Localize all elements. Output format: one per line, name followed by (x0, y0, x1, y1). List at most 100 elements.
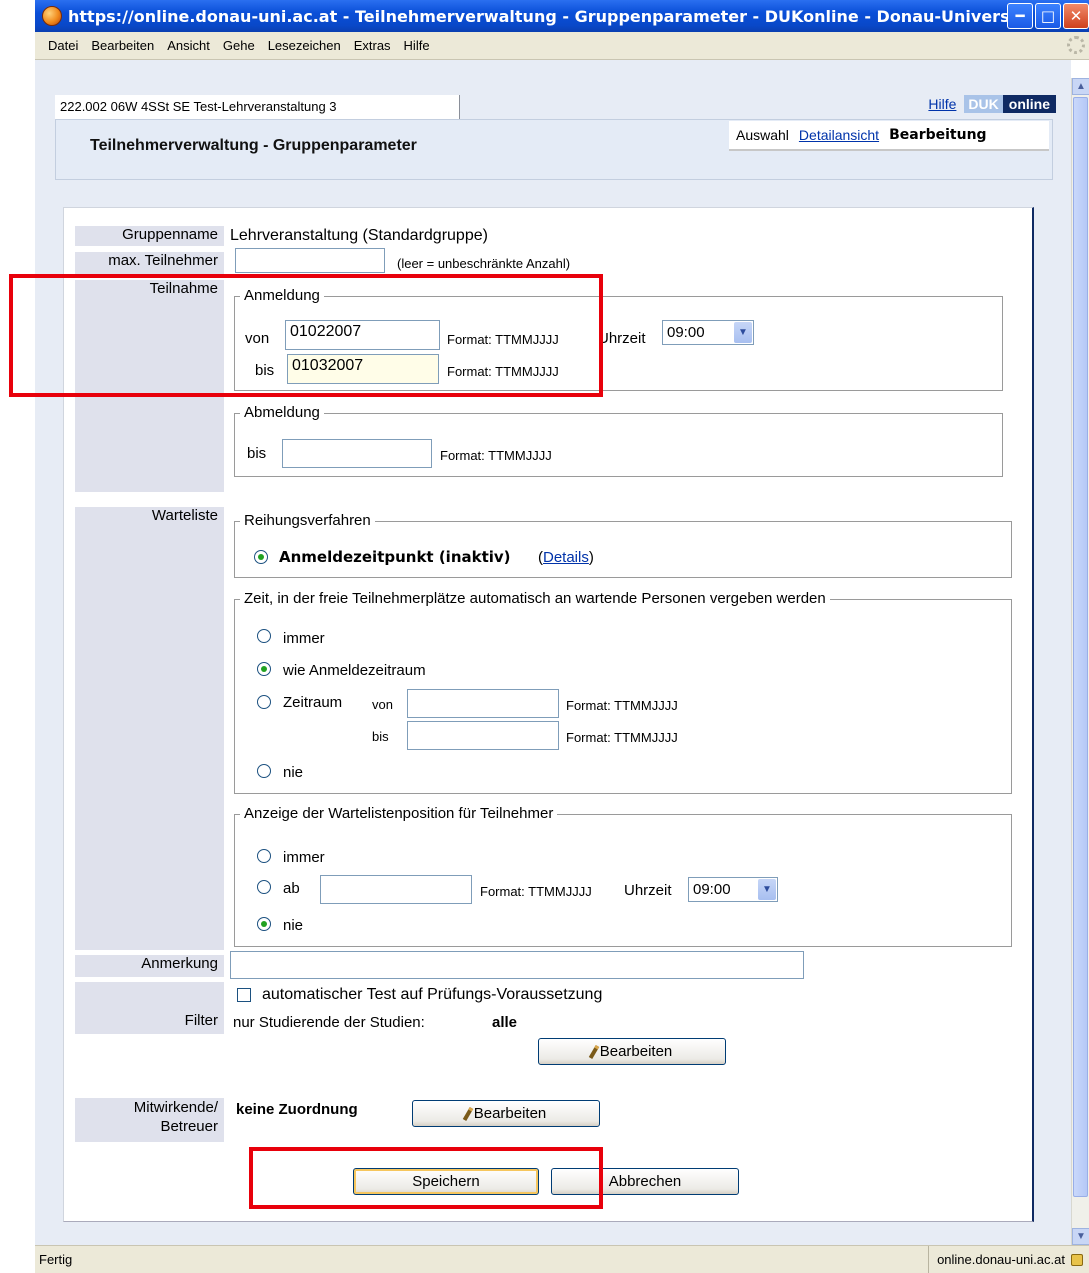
label-mitwirkende-2: Betreuer (160, 1118, 218, 1135)
label-anmerkung: Anmerkung (75, 955, 224, 977)
scroll-thumb[interactable] (1073, 97, 1088, 1197)
mitwirkende-value: keine Zuordnung (236, 1101, 358, 1118)
label-mitwirkende-1: Mitwirkende/ (133, 1099, 218, 1116)
reihung-details-link[interactable]: Details (543, 549, 589, 566)
abmeldung-format: Format: TTMMJJJJ (440, 448, 552, 463)
menu-bar: Datei Bearbeiten Ansicht Gehe Lesezeiche… (35, 32, 1089, 60)
nav-auswahl[interactable]: Auswahl (736, 127, 789, 143)
anzeige-nie-label: nie (283, 917, 304, 934)
page-title: Teilnehmerverwaltung - Gruppenparameter (90, 137, 417, 154)
zeit-bis-format: Format: TTMMJJJJ (566, 730, 678, 745)
highlight-box-save (249, 1147, 603, 1209)
zeit-bis-input[interactable] (407, 721, 559, 750)
zeit-zeitraum-label: Zeitraum (283, 694, 343, 711)
reihung-details-wrap: (Details) (538, 549, 594, 566)
anmeldung-uhrzeit-select[interactable]: 09:00 ▼ (662, 320, 754, 345)
anmeldung-uhrzeit-value: 09:00 (667, 324, 705, 341)
label-warteliste: Warteliste (75, 507, 224, 950)
anzeige-uhrzeit-value: 09:00 (693, 881, 731, 898)
label-mitwirkende: Mitwirkende/ Betreuer (75, 1098, 224, 1142)
anzeige-immer-label: immer (283, 849, 325, 866)
reihung-option: Anmeldezeitpunkt (inaktiv) (279, 548, 511, 566)
menu-ansicht[interactable]: Ansicht (167, 38, 210, 53)
abmeldung-legend: Abmeldung (240, 404, 324, 421)
anzeige-ab-label: ab (283, 880, 300, 897)
menu-hilfe[interactable]: Hilfe (404, 38, 430, 53)
minimize-icon[interactable]: ━ (1007, 3, 1033, 29)
maximize-icon[interactable]: □ (1035, 3, 1061, 29)
zeit-immer-label: immer (283, 630, 325, 647)
zeit-radio-wie[interactable] (257, 662, 271, 676)
nav-detailansicht[interactable]: Detailansicht (799, 127, 879, 143)
menu-bearbeiten[interactable]: Bearbeiten (91, 38, 154, 53)
course-tab: 222.002 06W 4SSt SE Test-Lehrveranstaltu… (55, 95, 460, 119)
vertical-scrollbar[interactable]: ▲ ▼ (1071, 78, 1089, 1245)
nav-bearbeitung: Bearbeitung (889, 127, 987, 143)
zeit-radio-immer[interactable] (257, 629, 271, 643)
menu-gehe[interactable]: Gehe (223, 38, 255, 53)
auto-test-label: automatischer Test auf Prüfungs-Vorausse… (262, 986, 603, 1003)
zeit-radio-zeitraum[interactable] (257, 695, 271, 709)
chevron-down-icon[interactable]: ▼ (734, 322, 752, 343)
filter-edit-button[interactable]: Bearbeiten (538, 1038, 726, 1065)
mitwirkende-edit-button[interactable]: Bearbeiten (412, 1100, 600, 1127)
throbber-icon (1067, 36, 1085, 54)
max-teilnehmer-input[interactable] (235, 248, 385, 273)
reihung-radio[interactable] (254, 550, 268, 564)
anzeige-radio-nie[interactable] (257, 917, 271, 931)
auto-test-checkbox[interactable] (237, 988, 251, 1002)
zeit-von-format: Format: TTMMJJJJ (566, 698, 678, 713)
logo-duk: DUK (964, 95, 1003, 113)
window-title: https://online.donau-uni.ac.at - Teilneh… (68, 6, 1007, 26)
zeit-von-input[interactable] (407, 689, 559, 718)
zeit-wie-label: wie Anmeldezeitraum (283, 662, 426, 679)
lock-icon[interactable] (1071, 1253, 1083, 1266)
anmerkung-input[interactable] (230, 951, 804, 979)
menu-extras[interactable]: Extras (354, 38, 391, 53)
reihung-legend: Reihungsverfahren (240, 512, 375, 529)
anzeige-legend: Anzeige der Wartelistenposition für Teil… (240, 805, 558, 822)
anzeige-ab-input[interactable] (320, 875, 472, 904)
menu-datei[interactable]: Datei (48, 38, 78, 53)
firefox-icon (42, 6, 62, 26)
abmeldung-bis-label: bis (247, 445, 267, 462)
zeit-von-label: von (372, 697, 393, 712)
label-filter: Filter (75, 982, 224, 1034)
reihung-paren-close: ) (588, 549, 594, 566)
highlight-box-anmeldung (9, 274, 603, 397)
scroll-down-icon[interactable]: ▼ (1072, 1228, 1089, 1245)
anzeige-radio-ab[interactable] (257, 880, 271, 894)
zeit-fieldset (234, 599, 1012, 794)
filter-value: alle (492, 1014, 518, 1031)
chevron-down-icon[interactable]: ▼ (758, 879, 776, 900)
menu-lesezeichen[interactable]: Lesezeichen (268, 38, 341, 53)
anzeige-radio-immer[interactable] (257, 849, 271, 863)
label-max-teilnehmer: max. Teilnehmer (75, 252, 224, 274)
anzeige-uhrzeit-label: Uhrzeit (624, 882, 672, 899)
mitwirkende-edit-label: Bearbeiten (473, 1105, 547, 1122)
zeit-nie-label: nie (283, 764, 304, 781)
abmeldung-bis-input[interactable] (282, 439, 432, 468)
help-link[interactable]: Hilfe (928, 96, 956, 112)
filter-edit-label: Bearbeiten (599, 1043, 673, 1060)
status-bar: Fertig online.donau-uni.ac.at (35, 1245, 1089, 1273)
filter-text: nur Studierende der Studien: (233, 1014, 425, 1031)
status-text: Fertig (39, 1252, 73, 1267)
gruppenname-value: Lehrveranstaltung (Standardgruppe) (230, 227, 488, 244)
pencil-icon (462, 1106, 473, 1121)
anzeige-uhrzeit-select[interactable]: 09:00 ▼ (688, 877, 778, 902)
zeit-bis-label: bis (372, 729, 389, 744)
logo-online: online (1002, 95, 1056, 113)
scroll-up-icon[interactable]: ▲ (1072, 78, 1089, 95)
status-host: online.donau-uni.ac.at (937, 1252, 1065, 1267)
pencil-icon (588, 1044, 599, 1059)
label-gruppenname: Gruppenname (75, 226, 224, 246)
close-icon[interactable]: ✕ (1063, 3, 1089, 29)
window-titlebar: https://online.donau-uni.ac.at - Teilneh… (35, 0, 1089, 32)
zeit-radio-nie[interactable] (257, 764, 271, 778)
duk-online-logo: DUK online (964, 95, 1056, 113)
anzeige-format: Format: TTMMJJJJ (480, 884, 592, 899)
anmeldung-uhrzeit-label: Uhrzeit (598, 330, 646, 347)
view-nav: Auswahl Detailansicht Bearbeitung (729, 121, 1049, 151)
zeit-legend: Zeit, in der freie Teilnehmerplätze auto… (240, 590, 830, 607)
